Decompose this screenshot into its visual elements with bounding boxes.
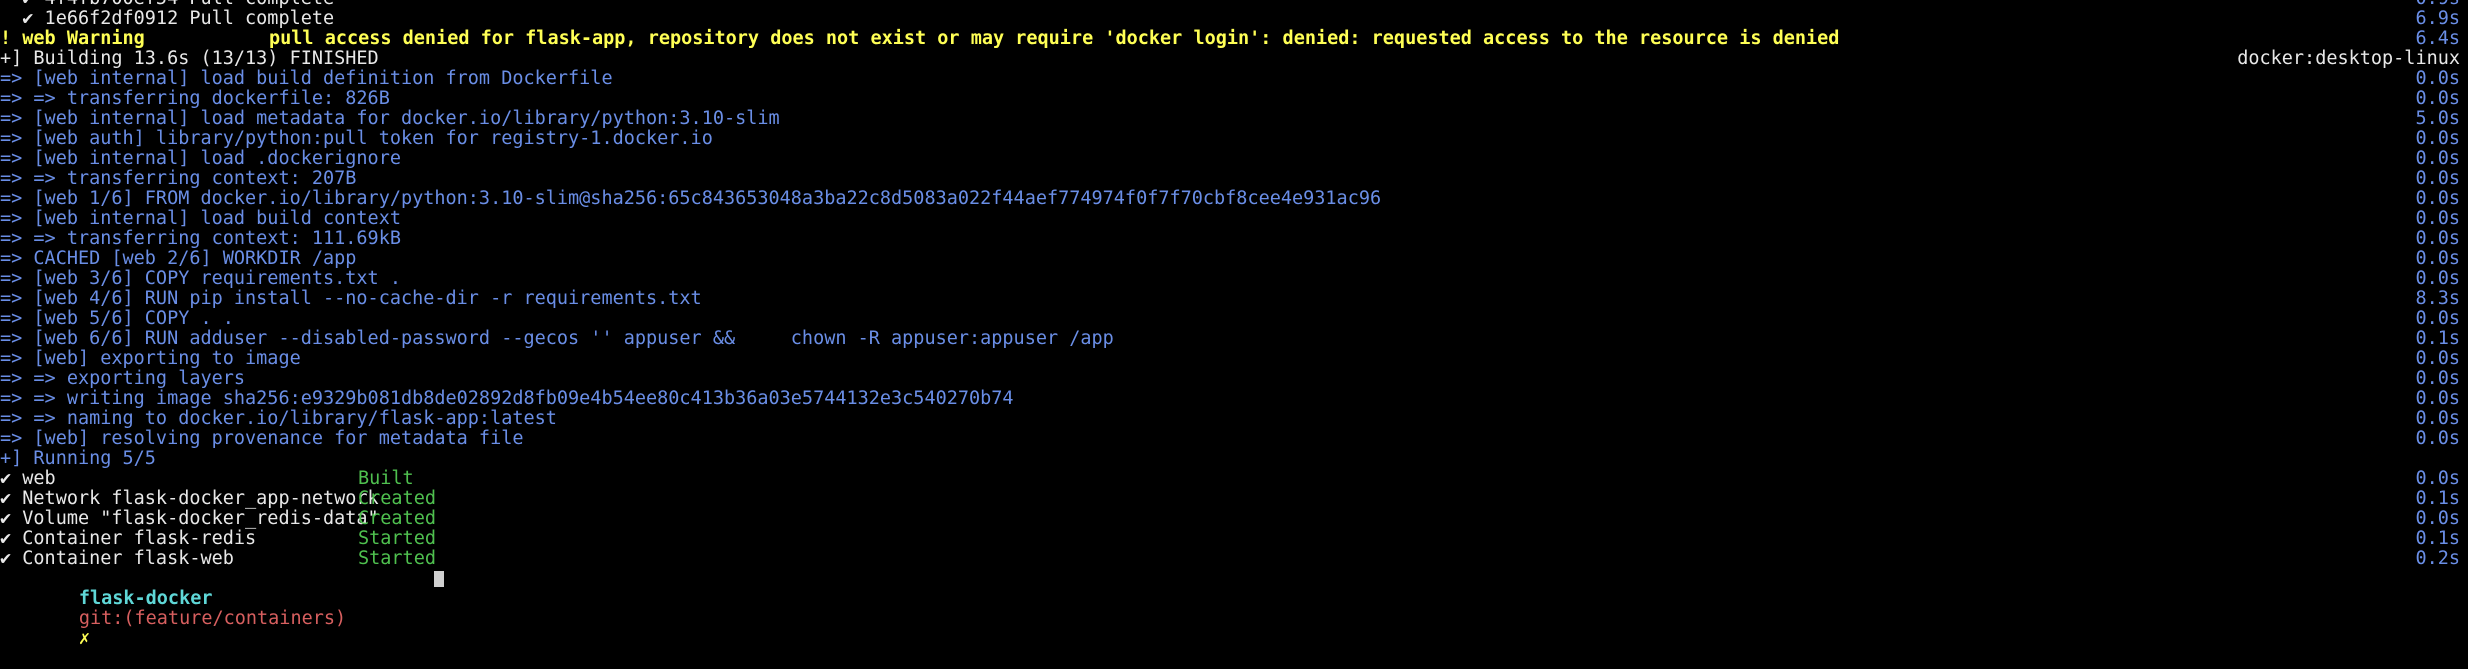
build-step-text: => => exporting layers [0,368,246,389]
build-step: => [web 5/6] COPY . . 0.0s [0,309,2468,329]
build-step: => [web 1/6] FROM docker.io/library/pyth… [0,189,2468,209]
build-step-time: 0.0s [2415,88,2460,109]
build-step-text: => [web 5/6] COPY . . [0,308,234,329]
build-step: => => naming to docker.io/library/flask-… [0,409,2468,429]
running-item-time: 0.1s [2415,528,2460,549]
warning-prefix: ! web Warning [0,28,145,49]
build-step-text: => [web internal] load build context [0,208,401,229]
running-item-status: Started [358,528,436,549]
build-step-text: => [web internal] load build definition … [0,68,613,89]
build-step: => [web 3/6] COPY requirements.txt . 0.0s [0,269,2468,289]
build-step: => => exporting layers 0.0s [0,369,2468,389]
build-step: => [web internal] load .dockerignore 0.0s [0,149,2468,169]
build-step-text: => => transferring context: 207B [0,168,357,189]
build-step-time: 0.0s [2415,188,2460,209]
build-step: => [web] resolving provenance for metada… [0,429,2468,449]
build-header-text: +] Building 13.6s (13/13) FINISHED [0,48,379,69]
warning-time: 6.4s [2415,28,2460,49]
build-step-text: => [web 3/6] COPY requirements.txt . [0,268,401,289]
warning-message: pull access denied for flask-app, reposi… [269,28,1840,49]
text-cursor[interactable] [434,571,444,587]
build-step-time: 0.0s [2415,428,2460,449]
build-step-time: 0.0s [2415,368,2460,389]
running-item-status: Started [358,548,436,569]
running-item: ✔ web Built 0.0s [0,469,2468,489]
build-step: => [web internal] load build definition … [0,69,2468,89]
running-header-text: +] Running 5/5 [0,448,156,469]
build-step-time: 0.0s [2415,228,2460,249]
build-context-label: docker:desktop-linux [2237,48,2460,69]
build-step: => => transferring dockerfile: 826B 0.0s [0,89,2468,109]
running-item-time: 0.1s [2415,488,2460,509]
build-step-time: 0.0s [2415,168,2460,189]
warning-line: ! web Warning pull access denied for fla… [0,29,2468,49]
build-step-text: => => transferring dockerfile: 826B [0,88,390,109]
build-step-time: 0.0s [2415,268,2460,289]
running-header: +] Running 5/5 [0,449,2468,469]
prompt-dir: flask-docker [78,588,213,609]
build-step: => [web internal] load metadata for dock… [0,109,2468,129]
running-item-time: 0.0s [2415,508,2460,529]
build-step-text: => CACHED [web 2/6] WORKDIR /app [0,248,357,269]
build-step: => [web] exporting to image 0.0s [0,349,2468,369]
build-step-text: => [web] resolving provenance for metada… [0,428,524,449]
running-item-name: ✔ Container flask-redis [0,528,257,549]
build-step-time: 0.0s [2415,408,2460,429]
running-item-name: ✔ Volume "flask-docker_redis-data" [0,508,379,529]
pull-line-text: ✔ 1e66f2df0912 Pull complete [0,8,335,29]
build-step-time: 0.0s [2415,148,2460,169]
running-item-name: ✔ web [0,468,56,489]
build-step-time: 0.0s [2415,68,2460,89]
running-item-status: Created [358,488,436,509]
build-step-text: => [web] exporting to image [0,348,301,369]
build-step-time: 0.0s [2415,208,2460,229]
build-step-text: => [web auth] library/python:pull token … [0,128,713,149]
running-item-time: 0.0s [2415,468,2460,489]
build-step-time: 0.0s [2415,308,2460,329]
running-item-status: Created [358,508,436,529]
build-step: => => writing image sha256:e9329b081db8d… [0,389,2468,409]
shell-prompt[interactable]: flask-docker git:(feature/containers) ✗ [0,569,2468,649]
build-header: +] Building 13.6s (13/13) FINISHED docke… [0,49,2468,69]
build-step-time: 0.0s [2415,128,2460,149]
build-step: => [web auth] library/python:pull token … [0,129,2468,149]
running-item: ✔ Network flask-docker_app-network Creat… [0,489,2468,509]
prompt-dirty-mark: ✗ [78,628,90,649]
build-step-time: 0.0s [2415,348,2460,369]
pull-line-time: 6.9s [2415,8,2460,29]
running-item: ✔ Container flask-redis Started 0.1s [0,529,2468,549]
build-step-text: => [web 1/6] FROM docker.io/library/pyth… [0,188,1382,209]
build-step: => => transferring context: 111.69kB 0.0s [0,229,2468,249]
running-item-name: ✔ Network flask-docker_app-network [0,488,379,509]
build-step-text: => [web internal] load .dockerignore [0,148,401,169]
build-step-text: => [web 6/6] RUN adduser --disabled-pass… [0,328,1114,349]
pull-line: ✔ 1e66f2df0912 Pull complete 6.9s [0,9,2468,29]
build-step: => CACHED [web 2/6] WORKDIR /app 0.0s [0,249,2468,269]
build-step-text: => [web 4/6] RUN pip install --no-cache-… [0,288,702,309]
build-step-time: 8.3s [2415,288,2460,309]
running-item: ✔ Container flask-web Started 0.2s [0,549,2468,569]
build-step-time: 5.0s [2415,108,2460,129]
build-step-text: => => writing image sha256:e9329b081db8d… [0,388,1014,409]
build-step: => [web 4/6] RUN pip install --no-cache-… [0,289,2468,309]
build-step-time: 0.0s [2415,248,2460,269]
build-step-text: => [web internal] load metadata for dock… [0,108,780,129]
running-item-time: 0.2s [2415,548,2460,569]
running-item-name: ✔ Container flask-web [0,548,234,569]
running-item: ✔ Volume "flask-docker_redis-data" Creat… [0,509,2468,529]
build-step: => [web 6/6] RUN adduser --disabled-pass… [0,329,2468,349]
build-step: => [web internal] load build context 0.0s [0,209,2468,229]
build-step-text: => => transferring context: 111.69kB [0,228,401,249]
terminal-output[interactable]: ✔ 4f4fb700ef54 Pull complete 0.9s ✔ 1e66… [0,0,2468,649]
build-step-text: => => naming to docker.io/library/flask-… [0,408,557,429]
build-step: => => transferring context: 207B 0.0s [0,169,2468,189]
build-step-time: 0.1s [2415,328,2460,349]
running-item-status: Built [358,468,414,489]
prompt-git: git:(feature/containers) [78,608,347,629]
build-step-time: 0.0s [2415,388,2460,409]
pull-line: ✔ 4f4fb700ef54 Pull complete 0.9s [0,0,2468,9]
